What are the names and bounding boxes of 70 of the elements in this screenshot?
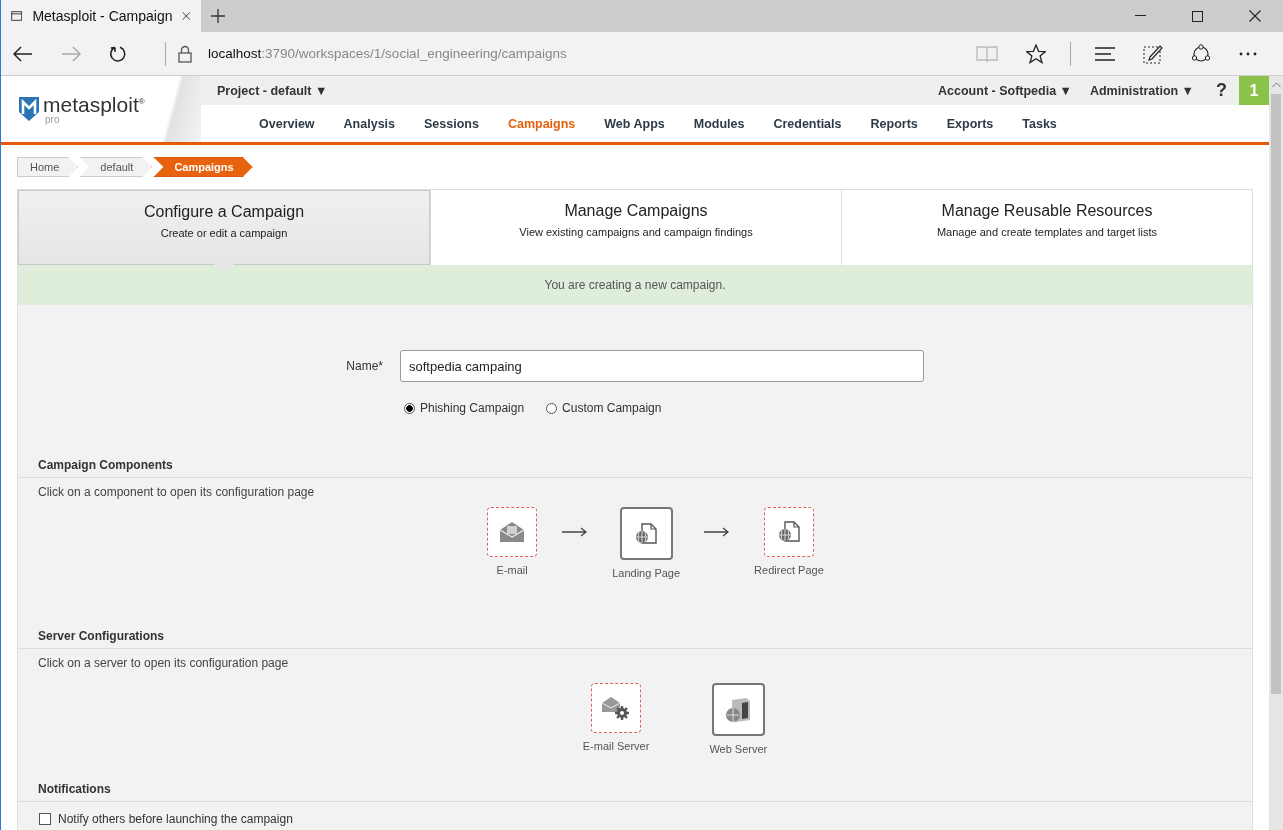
pen-note-icon[interactable] <box>1143 43 1163 64</box>
checkbox-label: Notify others before launching the campaign <box>58 812 293 826</box>
section-hint: Click on a server to open its configuration page <box>37 655 290 670</box>
step-subtitle: View existing campaigns and campaign findings <box>519 226 753 238</box>
step-title: Manage Campaigns <box>564 202 708 220</box>
back-icon[interactable] <box>13 45 33 62</box>
checkbox[interactable] <box>39 813 51 825</box>
scrollbar[interactable] <box>1269 76 1283 830</box>
radio-label: Phishing Campaign <box>420 401 525 415</box>
close-icon[interactable] <box>182 10 191 22</box>
administration-menu[interactable]: Administration ▼ <box>1089 83 1194 98</box>
nav-tab[interactable]: Tasks <box>1022 116 1057 131</box>
nav-tab[interactable]: Reports <box>870 116 918 131</box>
component-label: Web Server <box>709 743 768 755</box>
component-label: E-mail <box>496 564 528 576</box>
section-heading: Campaign Components <box>38 458 173 472</box>
server-globe-icon <box>724 695 753 724</box>
radio-button[interactable] <box>404 402 415 414</box>
name-label: Name* <box>345 359 383 373</box>
component-label: Landing Page <box>612 567 681 579</box>
component-tile[interactable] <box>487 507 538 557</box>
breadcrumb-item[interactable]: default <box>79 157 153 177</box>
lock-icon <box>178 44 192 63</box>
name-input[interactable]: softpedia campaing <box>400 350 924 382</box>
nav-tab[interactable]: Sessions <box>424 116 479 131</box>
minimize-icon[interactable] <box>1135 15 1146 17</box>
radio-button[interactable] <box>546 402 558 414</box>
tab-page-icon <box>11 9 23 23</box>
radio-label: Custom Campaign <box>562 401 662 415</box>
nav-tab[interactable]: Analysis <box>343 116 395 131</box>
tab-title: Metasploit - Campaign <box>32 8 173 24</box>
banner-text: You are creating a new campaign. <box>544 278 726 292</box>
maximize-icon[interactable] <box>1192 10 1203 22</box>
more-icon[interactable] <box>1239 51 1257 56</box>
nav-tab[interactable]: Web Apps <box>604 116 665 131</box>
component-label: Redirect Page <box>754 564 824 576</box>
section-heading: Server Configurations <box>38 629 165 643</box>
nav-tab[interactable]: Modules <box>693 116 745 131</box>
component-tile[interactable] <box>711 683 765 736</box>
shield-logo-icon <box>18 96 40 122</box>
nav-tab[interactable]: Credentials <box>773 116 842 131</box>
step-subtitle: Create or edit a campaign <box>160 227 288 239</box>
web-page-icon <box>776 520 801 544</box>
share-icon[interactable] <box>1191 43 1211 64</box>
step-title: Manage Reusable Resources <box>941 202 1153 220</box>
browser-tab[interactable]: Metasploit - Campaign <box>1 0 201 32</box>
logo-subtitle: pro <box>45 114 60 125</box>
account-menu[interactable]: Account - Softpedia ▼ <box>938 83 1072 98</box>
help-link[interactable]: ? <box>1216 80 1227 101</box>
star-icon[interactable] <box>1026 43 1046 64</box>
close-icon[interactable] <box>1249 10 1261 22</box>
nav-tab[interactable]: Overview <box>259 116 315 131</box>
refresh-icon[interactable] <box>109 44 127 63</box>
menu-icon[interactable] <box>1095 46 1115 61</box>
new-tab-icon[interactable] <box>211 9 225 23</box>
project-menu[interactable]: Project - default ▼ <box>217 83 328 98</box>
component-tile[interactable] <box>619 507 673 560</box>
component-tile[interactable] <box>591 683 642 733</box>
nav-tab[interactable]: Exports <box>946 116 994 131</box>
component-label: E-mail Server <box>582 740 650 752</box>
component-tile[interactable] <box>763 507 814 557</box>
envelope-gear-icon <box>601 695 632 721</box>
step-subtitle: Manage and create templates and target lists <box>936 226 1158 238</box>
envelope-icon <box>499 521 526 543</box>
section-hint: Click on a component to open its configuration page <box>37 484 316 499</box>
step-title: Configure a Campaign <box>143 203 305 221</box>
breadcrumb-item[interactable]: Home <box>17 157 79 177</box>
section-heading: Notifications <box>38 782 111 796</box>
web-page-icon <box>634 521 659 546</box>
scrollbar-thumb[interactable] <box>1271 94 1281 694</box>
